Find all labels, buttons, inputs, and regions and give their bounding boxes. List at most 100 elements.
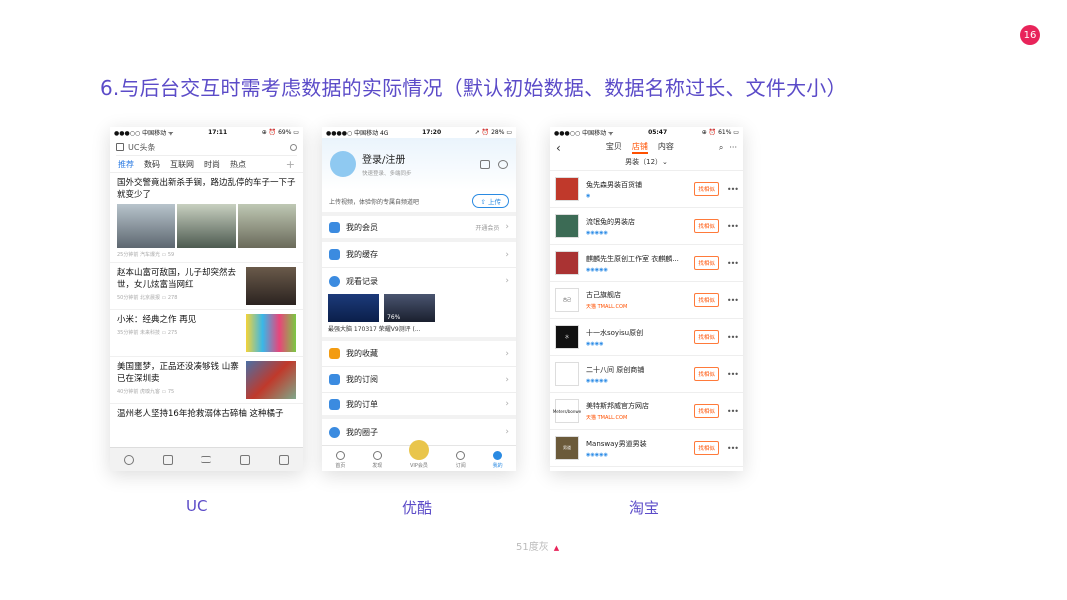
shop-logo	[555, 362, 579, 386]
tab-home[interactable]: 首页	[335, 451, 345, 469]
menu-label: 我的会员	[346, 222, 378, 232]
news-item[interactable]: 温州老人坚持16年抢救溺体古碲柚 这种橘子	[110, 404, 303, 424]
shop-level: 天猫 TMALL.COM	[586, 415, 628, 421]
video-thumbnail[interactable]: 76%	[384, 294, 435, 322]
shop-name: 古己旗舰店	[586, 291, 621, 299]
home-icon[interactable]	[278, 454, 289, 465]
find-similar-button[interactable]: 找相似	[694, 293, 719, 307]
menu-icon[interactable]	[201, 456, 212, 463]
find-similar-button[interactable]: 找相似	[694, 441, 719, 455]
more-icon[interactable]: •••	[727, 222, 739, 231]
news-title: 温州老人坚持16年抢救溺体古碲柚 这种橘子	[117, 409, 284, 419]
shop-level: ◉◉◉◉◉	[586, 266, 608, 273]
chevron-right-icon: ›	[505, 276, 509, 286]
shop-logo	[555, 177, 579, 201]
video-icon[interactable]	[240, 454, 251, 465]
tab-digital[interactable]: 数码	[144, 159, 160, 170]
tab-content[interactable]: 内容	[658, 141, 674, 154]
battery: ⊕ ⏰ 61% ▭	[701, 129, 739, 136]
avatar[interactable]	[330, 151, 356, 177]
video-thumbnail[interactable]	[328, 294, 379, 322]
news-thumbnail	[246, 314, 296, 352]
search-icon[interactable]: ⌕	[719, 143, 723, 153]
menu-label: 我的收藏	[346, 349, 378, 358]
find-similar-button[interactable]: 找相似	[694, 219, 719, 233]
channel-tabs: 推荐 数码 互联网 时尚 热点 +	[110, 156, 303, 173]
news-item[interactable]: 赵本山富可敌国，儿子却突然去世，女儿炫富当网红 50分钟前 北京晨报 ▭ 278	[110, 263, 303, 310]
news-thumbnail	[246, 267, 296, 305]
watch-progress: 76%	[387, 314, 401, 321]
menu-item-favorites[interactable]: 我的收藏 ›	[322, 341, 516, 367]
tab-hot[interactable]: 热点	[230, 159, 246, 170]
tab-fashion[interactable]: 时尚	[204, 159, 220, 170]
category-filter[interactable]: 男装（12）⌄	[550, 157, 743, 171]
circle-icon	[329, 426, 340, 438]
compass-icon	[372, 451, 382, 460]
clock: 05:47	[648, 129, 668, 136]
shop-level: ◉◉◉◉◉	[586, 451, 608, 458]
tab-mine[interactable]: 我的	[493, 451, 503, 469]
menu-item-cache[interactable]: 我的缓存 ›	[322, 242, 516, 268]
scan-icon[interactable]	[480, 159, 490, 169]
back-icon[interactable]: ‹	[556, 141, 561, 155]
more-icon[interactable]: •••	[727, 407, 739, 416]
login-link[interactable]: 登录/注册	[362, 151, 412, 166]
find-similar-button[interactable]: 找相似	[694, 182, 719, 196]
tab-internet[interactable]: 互联网	[170, 159, 194, 170]
shop-list: 兔先森男装百货铺 ◉ 找相似 ••• 流氓兔的男装店 ◉◉◉◉◉ 找相似 ••• 麒麟先生原创工…	[550, 171, 743, 467]
slide-number-badge: 16	[1020, 25, 1040, 45]
profile-header[interactable]: 登录/注册 快速登录、多端同步	[322, 138, 516, 190]
news-item[interactable]: 国外交警竟出新杀手锏，路边乱停的车子一下子就变少了 25分钟前 汽车爆光 ▭ 5…	[110, 173, 303, 263]
more-icon[interactable]: •••	[727, 296, 739, 305]
tab-items[interactable]: 宝贝	[606, 141, 622, 154]
footer-brand: 51度灰 ▲	[516, 542, 560, 553]
shop-row[interactable]: 水十一水soyisu原创 ◉◉◉◉ 找相似 •••	[550, 319, 743, 356]
menu-item-membership[interactable]: 我的会员 开通会员 ›	[322, 216, 516, 242]
menu-item-orders[interactable]: 我的订单 ›	[322, 393, 516, 419]
shop-logo: 男道	[555, 436, 579, 460]
status-bar: ●●●●○ 中国移动 4G 17:20 ➚ ⏰ 28% ▭	[322, 127, 516, 138]
tab-shops[interactable]: 店铺	[631, 141, 648, 154]
search-icon[interactable]	[290, 143, 297, 151]
news-image	[237, 204, 296, 248]
find-similar-button[interactable]: 找相似	[694, 367, 719, 381]
more-icon[interactable]: •••	[727, 259, 739, 268]
tab-recommend[interactable]: 推荐	[118, 159, 134, 170]
shop-row[interactable]: 流氓兔的男装店 ◉◉◉◉◉ 找相似 •••	[550, 208, 743, 245]
tab-vip[interactable]: VIP会员	[408, 440, 429, 469]
tab-bar: 首页 发现 VIP会员 订阅 我的	[322, 440, 516, 471]
shop-row[interactable]: 古己 古己旗舰店 天猫 TMALL.COM 找相似 •••	[550, 282, 743, 319]
more-icon[interactable]: •••	[727, 185, 739, 194]
more-icon[interactable]: •••	[727, 333, 739, 342]
tab-subscribe[interactable]: 订阅	[456, 451, 466, 469]
open-membership-link[interactable]: 开通会员	[475, 223, 499, 232]
find-similar-button[interactable]: 找相似	[694, 330, 719, 344]
news-item[interactable]: 美国噩梦，正品还没凑够钱 山寨已在深圳卖 40分钟前 虎嗅九客 ▭ 75	[110, 357, 303, 404]
shop-row[interactable]: 二十八间 原创商铺 ◉◉◉◉◉ 找相似 •••	[550, 356, 743, 393]
menu-item-subscriptions[interactable]: 我的订阅 ›	[322, 367, 516, 393]
more-icon[interactable]: •••	[727, 370, 739, 379]
upload-button[interactable]: ⇧ 上传	[472, 194, 509, 208]
find-similar-button[interactable]: 找相似	[694, 256, 719, 270]
more-icon[interactable]: •••	[727, 444, 739, 453]
add-channel-icon[interactable]: +	[286, 158, 295, 171]
more-icon[interactable]: ···	[729, 143, 737, 152]
shop-row[interactable]: 兔先森男装百货铺 ◉ 找相似 •••	[550, 171, 743, 208]
search-bar[interactable]: UC头条	[116, 139, 297, 156]
refresh-icon[interactable]	[124, 454, 135, 465]
shop-name: Mansway男道男装	[586, 439, 647, 448]
upload-button-label: 上传	[488, 198, 501, 206]
find-similar-button[interactable]: 找相似	[694, 404, 719, 418]
shop-row[interactable]: 麒麟先生原创工作室 衣麒麟... ◉◉◉◉◉ 找相似 •••	[550, 245, 743, 282]
top-nav: ‹ 宝贝 店铺 内容 ⌕ ···	[550, 138, 743, 157]
bookmark-icon[interactable]	[162, 454, 173, 465]
news-item[interactable]: 小米：经典之作 再见 35分钟前 未来科技 ▭ 275	[110, 310, 303, 357]
message-icon[interactable]	[498, 159, 508, 169]
shop-row[interactable]: Meters/bonwe 美特斯邦威官方网店 天猫 TMALL.COM 找相似 •••	[550, 393, 743, 430]
menu-item-history[interactable]: 观看记录 ›	[322, 268, 516, 294]
vip-icon	[329, 221, 340, 233]
shop-name: 美特斯邦威官方网店	[586, 402, 649, 410]
menu-label: 我的缓存	[346, 250, 378, 259]
shop-row[interactable]: 男道 Mansway男道男装 ◉◉◉◉◉ 找相似 •••	[550, 430, 743, 467]
tab-discover[interactable]: 发现	[372, 451, 382, 469]
